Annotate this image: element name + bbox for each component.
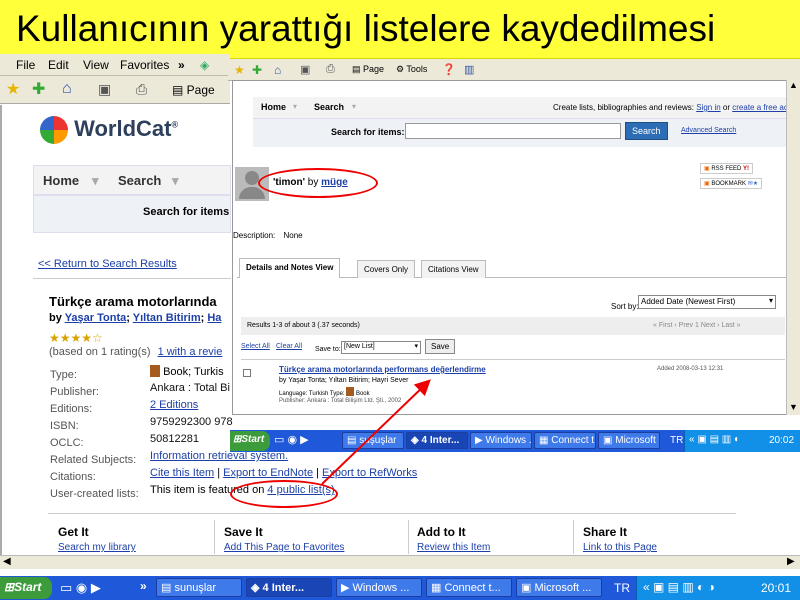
start-button[interactable]: ⊞Start bbox=[0, 577, 52, 599]
task-label: 4 Inter... bbox=[262, 582, 305, 594]
task-item[interactable]: ▦ Connect t... bbox=[426, 578, 512, 597]
system-tray: « ▣ ▤ ▥ ◐ ◑ 20:01 bbox=[636, 576, 800, 600]
windows-flag-icon: ⊞ bbox=[4, 580, 15, 594]
folder-icon: ▤ bbox=[161, 582, 172, 594]
task-item[interactable]: ◈ 4 Inter... bbox=[246, 578, 332, 597]
task-label: sunuşlar bbox=[174, 582, 217, 594]
task-label: Connect t... bbox=[444, 582, 501, 594]
back-taskbar: ⊞Start ▭ ◉ ▶ » ▤ sunuşlar ◈ 4 Inter... ▶… bbox=[0, 576, 800, 600]
connect-icon: ▦ bbox=[431, 582, 442, 594]
taskbar-more-chevron[interactable]: » bbox=[140, 579, 147, 593]
media-icon: ▶ bbox=[341, 582, 350, 594]
clock: 20:01 bbox=[761, 581, 792, 595]
task-label: Microsoft ... bbox=[534, 582, 592, 594]
task-item[interactable]: ▶ Windows ... bbox=[336, 578, 422, 597]
annotation-arrow bbox=[321, 379, 431, 485]
task-item[interactable]: ▤ sunuşlar bbox=[156, 578, 242, 597]
task-item[interactable]: ▣ Microsoft ... bbox=[516, 578, 602, 597]
task-label: Windows ... bbox=[352, 582, 410, 594]
ie-icon: ◈ bbox=[251, 582, 260, 594]
powerpoint-icon: ▣ bbox=[521, 582, 532, 594]
language-indicator[interactable]: TR bbox=[614, 581, 630, 595]
tray-icons[interactable]: « ▣ ▤ ▥ ◐ ◑ bbox=[643, 580, 715, 594]
quicklaunch-icons[interactable]: ▭ ◉ ▶ bbox=[60, 580, 101, 596]
start-label: Start bbox=[14, 580, 42, 594]
